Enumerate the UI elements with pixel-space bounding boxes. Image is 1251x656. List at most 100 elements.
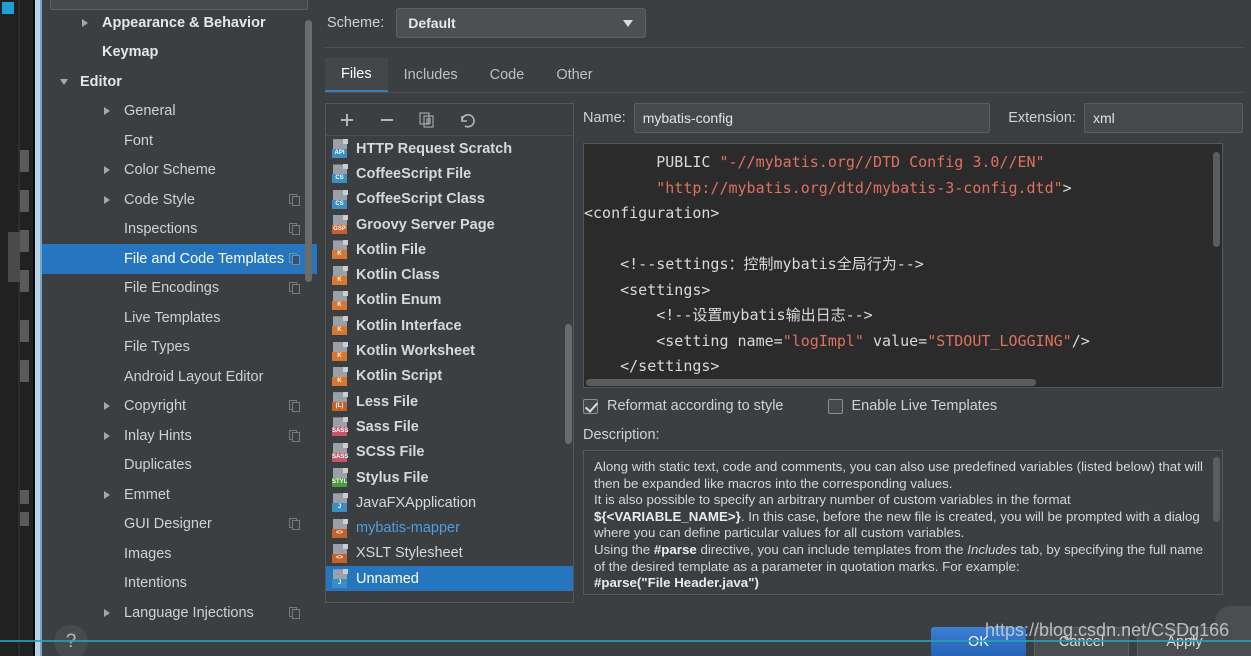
name-input[interactable]: mybatis-config <box>633 103 991 133</box>
sidebar-item-inlay-hints[interactable]: Inlay Hints <box>42 421 317 451</box>
chevron-right-icon[interactable] <box>104 608 110 617</box>
sidebar-item-android-layout-editor[interactable]: Android Layout Editor <box>42 362 317 392</box>
extension-value: xml <box>1092 110 1115 126</box>
sidebar-item-images[interactable]: Images <box>42 539 317 569</box>
templates-pane: Scheme: Default Files Includes Code Other <box>317 0 1251 625</box>
copy-icon[interactable] <box>418 111 436 129</box>
settings-tree-scrollbar[interactable] <box>305 20 312 282</box>
description-scrollbar[interactable] <box>1213 457 1220 522</box>
template-list[interactable]: API HTTP Request Scratch CS CoffeeScript Fi… <box>326 136 573 601</box>
sidebar-item-font[interactable]: Font <box>42 126 317 156</box>
template-list-item-label: Kotlin Class <box>356 267 440 284</box>
sidebar-item-duplicates[interactable]: Duplicates <box>42 451 317 481</box>
sidebar-item-gui-designer[interactable]: GUI Designer <box>42 510 317 540</box>
template-list-panel: API HTTP Request Scratch CS CoffeeScript Fi… <box>325 103 574 603</box>
chevron-right-icon[interactable] <box>104 431 110 440</box>
template-list-item[interactable]: K Kotlin Enum <box>326 288 573 313</box>
sidebar-item-emmet[interactable]: Emmet <box>42 480 317 510</box>
file-template-icon: K <box>332 316 349 336</box>
add-icon[interactable] <box>338 111 356 129</box>
template-list-item[interactable]: SASS Sass File <box>326 414 573 439</box>
template-list-item[interactable]: GSP Groovy Server Page <box>326 212 573 237</box>
tab-bar[interactable]: Files Includes Code Other <box>325 58 609 92</box>
sidebar-item-label: Code Style <box>124 191 195 208</box>
live-templates-checkbox[interactable] <box>827 398 843 414</box>
template-list-item-label: Kotlin Interface <box>356 317 462 334</box>
scheme-selected-value: Default <box>408 15 456 31</box>
template-list-item[interactable]: STYL Stylus File <box>326 465 573 490</box>
editor-horizontal-scrollbar[interactable] <box>586 379 1036 386</box>
tab-other[interactable]: Other <box>540 58 608 92</box>
editor-vertical-scrollbar[interactable] <box>1213 152 1220 247</box>
template-list-scrollbar[interactable] <box>565 324 572 444</box>
template-list-item[interactable]: <> mybatis-mapper <box>326 515 573 540</box>
divider <box>325 47 1243 48</box>
file-template-icon: STYL <box>332 468 349 487</box>
template-list-item-label: Kotlin Script <box>356 368 443 385</box>
chevron-down-icon[interactable] <box>60 78 68 85</box>
sidebar-item-label: Font <box>124 132 154 149</box>
dialog-edge-glow <box>33 0 42 656</box>
sidebar-item-label: Android Layout Editor <box>124 368 264 385</box>
chevron-right-icon[interactable] <box>104 195 110 204</box>
sidebar-item-live-templates[interactable]: Live Templates <box>42 303 317 333</box>
template-list-item[interactable]: K Kotlin Script <box>326 364 573 389</box>
file-template-icon: J <box>332 493 349 513</box>
tab-files[interactable]: Files <box>325 58 388 92</box>
tab-underline <box>325 92 1243 93</box>
sidebar-item-keymap[interactable]: Keymap <box>42 38 317 68</box>
sidebar-item-label: File Encodings <box>124 280 220 297</box>
sidebar-item-appearance-behavior[interactable]: Appearance & Behavior <box>42 8 317 38</box>
template-list-item[interactable]: K Kotlin File <box>326 237 573 262</box>
template-list-item[interactable]: (L) Less File <box>326 389 573 414</box>
sidebar-item-color-scheme[interactable]: Color Scheme <box>42 156 317 186</box>
template-list-item[interactable]: K Kotlin Worksheet <box>326 338 573 363</box>
template-list-item[interactable]: K Kotlin Class <box>326 262 573 287</box>
sidebar-item-label: Emmet <box>124 486 170 503</box>
options-row: Reformat according to style Enable Live … <box>583 398 997 414</box>
template-list-item[interactable]: <> XSLT Stylesheet <box>326 541 573 566</box>
reset-icon[interactable] <box>458 111 476 129</box>
chevron-right-icon[interactable] <box>104 402 110 411</box>
template-list-item[interactable]: API HTTP Request Scratch <box>326 136 573 161</box>
copy-settings-icon <box>289 518 301 531</box>
template-list-item[interactable]: J Unnamed <box>326 566 573 592</box>
template-list-item[interactable]: CS CoffeeScript File <box>326 161 573 186</box>
chevron-right-icon[interactable] <box>82 18 88 27</box>
file-template-icon: SASS <box>332 417 349 437</box>
template-list-item[interactable]: CS CoffeeScript Class <box>326 187 573 212</box>
template-code-editor[interactable]: PUBLIC "-//mybatis.org//DTD Config 3.0//… <box>583 143 1223 388</box>
scheme-dropdown[interactable]: Default <box>396 8 647 38</box>
sidebar-item-label: Appearance & Behavior <box>102 14 266 31</box>
template-list-item[interactable]: J JavaFXApplication <box>326 490 573 515</box>
sidebar-item-file-encodings[interactable]: File Encodings <box>42 274 317 304</box>
chevron-right-icon[interactable] <box>104 107 110 116</box>
description-text[interactable]: Along with static text, code and comment… <box>583 450 1223 595</box>
sidebar-item-inspections[interactable]: Inspections <box>42 215 317 245</box>
sidebar-item-file-types[interactable]: File Types <box>42 333 317 363</box>
code-line: <!--settings：控制mybatis全局行为--> <box>584 255 924 273</box>
chevron-right-icon[interactable] <box>104 490 110 499</box>
file-template-icon: (L) <box>332 392 349 412</box>
extension-input[interactable]: xml <box>1083 103 1243 133</box>
template-toolbar[interactable] <box>326 104 573 136</box>
file-template-icon: K <box>332 240 349 260</box>
tab-code[interactable]: Code <box>474 58 541 92</box>
reformat-checkbox[interactable] <box>583 398 598 414</box>
tab-includes[interactable]: Includes <box>388 58 474 92</box>
chevron-right-icon[interactable] <box>104 166 110 175</box>
sidebar-item-language-injections[interactable]: Language Injections <box>42 598 317 625</box>
sidebar-item-code-style[interactable]: Code Style <box>42 185 317 215</box>
sidebar-item-intentions[interactable]: Intentions <box>42 569 317 599</box>
remove-icon[interactable] <box>378 111 396 129</box>
settings-tree[interactable]: Appearance & Behavior Keymap Editor General… <box>42 8 317 625</box>
template-list-item[interactable]: K Kotlin Interface <box>326 313 573 338</box>
sidebar-item-label: Duplicates <box>124 457 192 474</box>
background-accent-square <box>2 2 14 14</box>
sidebar-item-general[interactable]: General <box>42 97 317 127</box>
sidebar-item-file-and-code-templates[interactable]: File and Code Templates <box>42 244 317 274</box>
sidebar-item-copyright[interactable]: Copyright <box>42 392 317 422</box>
template-list-item[interactable]: SASS SCSS File <box>326 440 573 465</box>
sidebar-item-editor[interactable]: Editor <box>42 67 317 97</box>
background-marker <box>20 230 29 252</box>
